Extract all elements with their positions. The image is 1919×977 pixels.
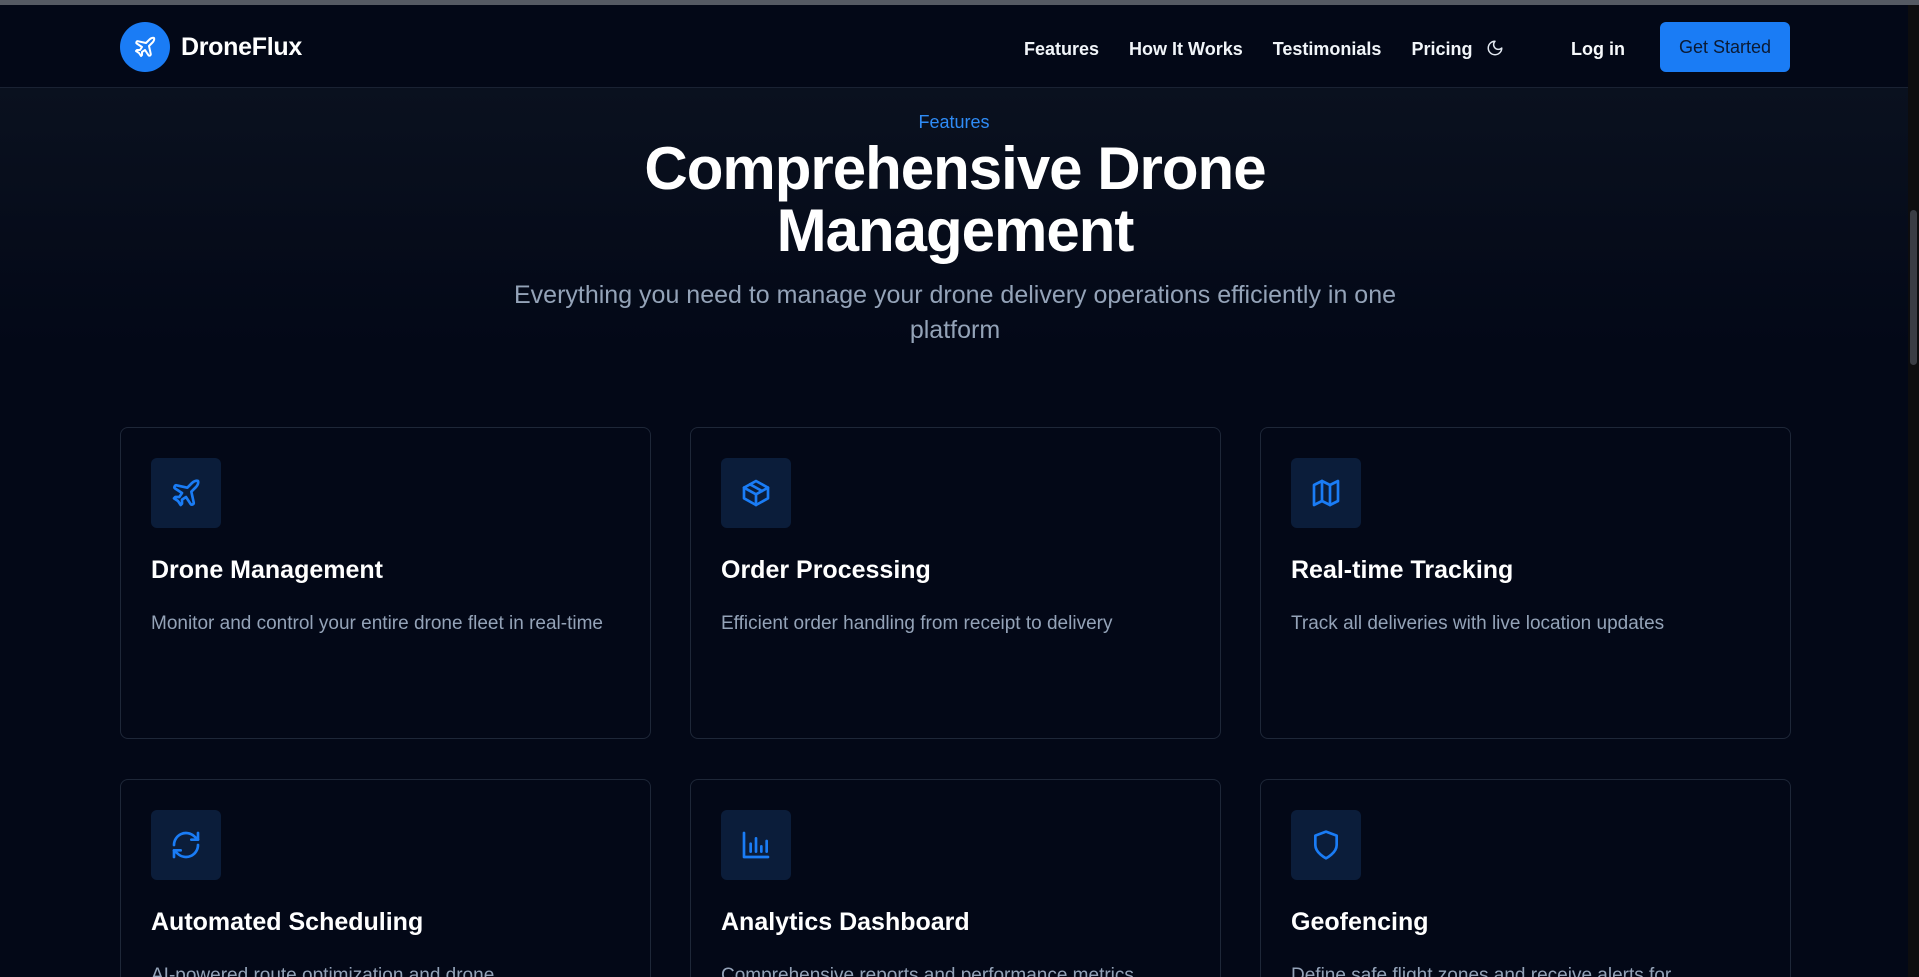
feature-title: Geofencing: [1291, 908, 1429, 936]
feature-description: Track all deliveries with live location …: [1291, 613, 1665, 634]
feature-description: Monitor and control your entire drone fl…: [151, 613, 604, 634]
top-navbar: DroneFlux Features How It Works Testimon…: [0, 5, 1908, 88]
section-eyebrow: Features: [918, 112, 990, 132]
feature-description: Comprehensive reports and performance me…: [721, 965, 1134, 977]
brand-name: DroneFlux: [181, 32, 302, 61]
nav-link-features[interactable]: Features: [1024, 39, 1099, 60]
feature-title: Analytics Dashboard: [721, 908, 970, 936]
feature-card-analytics-dashboard: Analytics Dashboard Comprehensive report…: [690, 779, 1221, 977]
feature-card-order-processing: Order Processing Efficient order handlin…: [690, 427, 1221, 739]
feature-title: Automated Scheduling: [151, 908, 424, 936]
feature-description: Define safe flight zones and receive ale…: [1291, 965, 1672, 977]
section-headline: Comprehensive Drone Management: [644, 135, 1266, 264]
bar-chart-icon: [721, 810, 791, 880]
nav-link-testimonials[interactable]: Testimonials: [1273, 39, 1382, 60]
package-icon: [721, 458, 791, 528]
feature-card-real-time-tracking: Real-time Tracking Track all deliveries …: [1260, 427, 1791, 739]
shield-icon: [1291, 810, 1361, 880]
feature-description: Efficient order handling from receipt to…: [721, 613, 1113, 634]
feature-title: Real-time Tracking: [1291, 556, 1514, 584]
feature-card-drone-management: Drone Management Monitor and control you…: [120, 427, 651, 739]
page-scrollbar[interactable]: [1908, 5, 1919, 977]
plane-icon: [151, 458, 221, 528]
section-subtitle: Everything you need to manage your drone…: [513, 281, 1397, 344]
plane-icon: [120, 22, 170, 72]
feature-title: Order Processing: [721, 556, 931, 584]
nav-link-pricing[interactable]: Pricing: [1411, 39, 1472, 60]
get-started-button[interactable]: Get Started: [1660, 22, 1790, 72]
scrollbar-thumb[interactable]: [1910, 210, 1917, 365]
refresh-icon: [151, 810, 221, 880]
login-link[interactable]: Log in: [1571, 39, 1625, 60]
nav-link-how-it-works[interactable]: How It Works: [1129, 39, 1243, 60]
feature-description: AI-powered route optimization and drone: [151, 965, 495, 977]
feature-title: Drone Management: [151, 556, 383, 584]
feature-card-geofencing: Geofencing Define safe flight zones and …: [1260, 779, 1791, 977]
brand-logo[interactable]: DroneFlux: [120, 22, 302, 72]
theme-toggle-button[interactable]: [1482, 35, 1508, 61]
map-icon: [1291, 458, 1361, 528]
feature-card-automated-scheduling: Automated Scheduling AI-powered route op…: [120, 779, 651, 977]
main-nav: Features How It Works Testimonials Prici…: [1024, 39, 1502, 60]
moon-icon: [1487, 40, 1503, 56]
